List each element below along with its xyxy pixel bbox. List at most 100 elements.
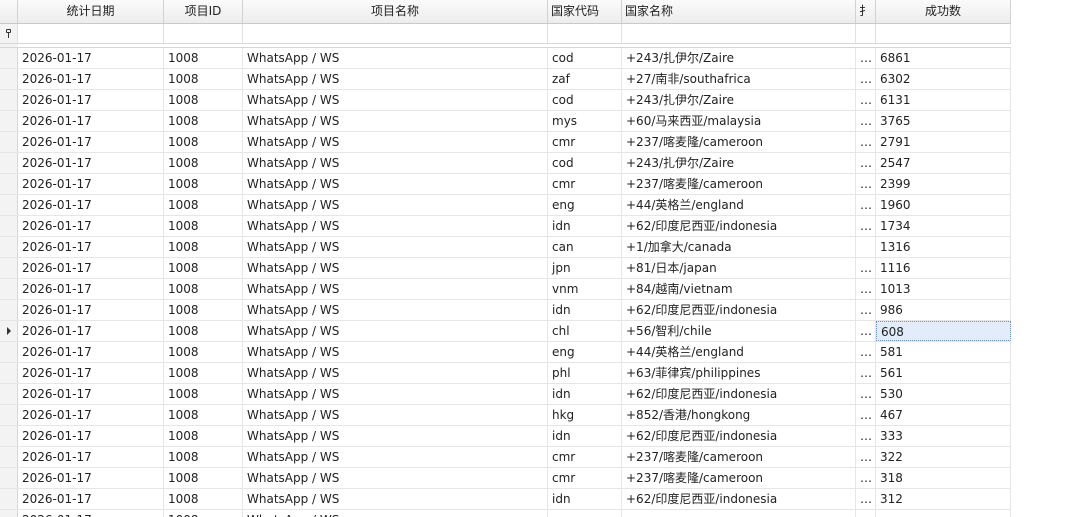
cell-project-name[interactable]: WhatsApp / WS	[243, 510, 548, 517]
cell-project-id[interactable]: 1008	[164, 111, 243, 131]
table-row[interactable]: 2026-01-17 1008 WhatsApp / WS idn +62/印度尼西亚/…	[0, 384, 1079, 405]
cell-truncated[interactable]: …	[856, 111, 876, 131]
cell-date[interactable]: 2026-01-17	[18, 174, 164, 194]
cell-project-name[interactable]: WhatsApp / WS	[243, 153, 548, 173]
row-indicator[interactable]	[0, 384, 18, 404]
row-indicator[interactable]	[0, 90, 18, 110]
cell-date[interactable]: 2026-01-17	[18, 153, 164, 173]
table-row[interactable]: 2026-01-17 1008 WhatsApp / WS eng +44/英格兰/en…	[0, 195, 1079, 216]
cell-project-name[interactable]: WhatsApp / WS	[243, 48, 548, 68]
cell-country-name[interactable]: +237/喀麦隆/cameroon	[622, 174, 856, 194]
table-row[interactable]: 2026-01-17 1008 WhatsApp / WS cod +243/扎伊尔/Z…	[0, 153, 1079, 174]
cell-project-name[interactable]: WhatsApp / WS	[243, 489, 548, 509]
cell-country-name[interactable]: +63/菲律宾/philippines	[622, 363, 856, 383]
header-project-name[interactable]: 项目名称	[243, 0, 548, 23]
cell-project-name[interactable]: WhatsApp / WS	[243, 405, 548, 425]
cell-project-id[interactable]: 1008	[164, 174, 243, 194]
cell-project-id[interactable]: 1008	[164, 447, 243, 467]
row-indicator[interactable]	[0, 342, 18, 362]
cell-success-count[interactable]: 6861	[876, 48, 1011, 68]
cell-country-name[interactable]: +81/日本/japan	[622, 258, 856, 278]
cell-project-name[interactable]: WhatsApp / WS	[243, 447, 548, 467]
table-row[interactable]: 2026-01-17 1008 WhatsApp / WS jpn +81/日本/jap…	[0, 258, 1079, 279]
cell-country-code[interactable]: idn	[548, 216, 622, 236]
cell-project-id[interactable]: 1008	[164, 153, 243, 173]
cell-country-code[interactable]: zaf	[548, 69, 622, 89]
cell-truncated[interactable]: …	[856, 279, 876, 299]
cell-project-name[interactable]: WhatsApp / WS	[243, 468, 548, 488]
table-row[interactable]: 2026-01-171008WhatsApp / WS	[0, 510, 1079, 517]
cell-project-name[interactable]: WhatsApp / WS	[243, 321, 548, 341]
cell-success-count[interactable]: 333	[876, 426, 1011, 446]
cell-project-id[interactable]: 1008	[164, 405, 243, 425]
row-indicator[interactable]	[0, 468, 18, 488]
cell-country-code[interactable]: idn	[548, 426, 622, 446]
cell-truncated[interactable]: …	[856, 468, 876, 488]
cell-project-id[interactable]: 1008	[164, 258, 243, 278]
row-indicator[interactable]	[0, 363, 18, 383]
cell-truncated[interactable]: …	[856, 321, 876, 341]
cell-country-code[interactable]: idn	[548, 489, 622, 509]
cell-success-count[interactable]: 2547	[876, 153, 1011, 173]
cell-country-name[interactable]: +243/扎伊尔/Zaire	[622, 48, 856, 68]
cell-truncated[interactable]: …	[856, 363, 876, 383]
cell-date[interactable]: 2026-01-17	[18, 195, 164, 215]
row-indicator[interactable]	[0, 174, 18, 194]
cell-truncated[interactable]: …	[856, 174, 876, 194]
cell-date[interactable]: 2026-01-17	[18, 279, 164, 299]
row-indicator[interactable]	[0, 237, 18, 257]
row-indicator[interactable]	[0, 300, 18, 320]
cell-success-count[interactable]: 312	[876, 489, 1011, 509]
cell-project-id[interactable]: 1008	[164, 279, 243, 299]
row-indicator[interactable]	[0, 69, 18, 89]
cell-date[interactable]: 2026-01-17	[18, 237, 164, 257]
cell-country-name[interactable]: +44/英格兰/england	[622, 195, 856, 215]
cell-project-id[interactable]: 1008	[164, 132, 243, 152]
row-indicator[interactable]	[0, 447, 18, 467]
cell-country-name[interactable]: +62/印度尼西亚/indonesia	[622, 489, 856, 509]
cell-country-name[interactable]: +237/喀麦隆/cameroon	[622, 468, 856, 488]
header-success-count[interactable]: 成功数	[876, 0, 1011, 23]
cell-success-count[interactable]: 3765	[876, 111, 1011, 131]
cell-date[interactable]: 2026-01-17	[18, 216, 164, 236]
cell-truncated[interactable]: …	[856, 426, 876, 446]
cell-country-name[interactable]: +84/越南/vietnam	[622, 279, 856, 299]
cell-date[interactable]: 2026-01-17	[18, 468, 164, 488]
cell-project-id[interactable]: 1008	[164, 321, 243, 341]
table-row[interactable]: 2026-01-17 1008 WhatsApp / WS hkg +852/香港/ho…	[0, 405, 1079, 426]
table-row[interactable]: 2026-01-17 1008 WhatsApp / WS chl +56/智利/chi…	[0, 321, 1079, 342]
row-indicator[interactable]	[0, 510, 18, 517]
cell-country-code[interactable]: idn	[548, 384, 622, 404]
cell-truncated[interactable]: …	[856, 48, 876, 68]
cell-country-name[interactable]: +60/马来西亚/malaysia	[622, 111, 856, 131]
row-indicator[interactable]	[0, 216, 18, 236]
cell-project-id[interactable]: 1008	[164, 342, 243, 362]
row-indicator[interactable]	[0, 279, 18, 299]
cell-truncated[interactable]: …	[856, 90, 876, 110]
cell-country-name[interactable]: +62/印度尼西亚/indonesia	[622, 426, 856, 446]
cell-country-code[interactable]: hkg	[548, 405, 622, 425]
cell-project-name[interactable]: WhatsApp / WS	[243, 237, 548, 257]
cell-project-name[interactable]: WhatsApp / WS	[243, 426, 548, 446]
row-indicator[interactable]	[0, 132, 18, 152]
cell-country-name[interactable]: +243/扎伊尔/Zaire	[622, 90, 856, 110]
cell-country-code[interactable]: cod	[548, 153, 622, 173]
table-row[interactable]: 2026-01-17 1008 WhatsApp / WS idn +62/印度尼西亚/…	[0, 426, 1079, 447]
cell-success-count[interactable]: 2791	[876, 132, 1011, 152]
cell-date[interactable]: 2026-01-17	[18, 111, 164, 131]
header-truncated-column[interactable]: 扌	[856, 0, 876, 23]
table-row[interactable]: 2026-01-17 1008 WhatsApp / WS eng +44/英格兰/en…	[0, 342, 1079, 363]
row-indicator[interactable]	[0, 48, 18, 68]
cell-success-count[interactable]: 608	[876, 321, 1011, 341]
cell-country-name[interactable]: +852/香港/hongkong	[622, 405, 856, 425]
cell-truncated[interactable]: …	[856, 342, 876, 362]
row-indicator[interactable]	[0, 489, 18, 509]
cell-date[interactable]: 2026-01-17	[18, 510, 164, 517]
cell-date[interactable]: 2026-01-17	[18, 48, 164, 68]
cell-project-name[interactable]: WhatsApp / WS	[243, 174, 548, 194]
cell-success-count[interactable]: 1316	[876, 237, 1011, 257]
cell-project-name[interactable]: WhatsApp / WS	[243, 216, 548, 236]
cell-success-count[interactable]: 1734	[876, 216, 1011, 236]
cell-country-name[interactable]: +62/印度尼西亚/indonesia	[622, 384, 856, 404]
cell-project-name[interactable]: WhatsApp / WS	[243, 363, 548, 383]
